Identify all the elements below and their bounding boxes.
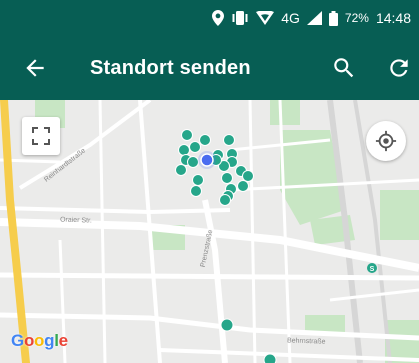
fullscreen-icon <box>32 127 50 145</box>
clock: 14:48 <box>375 10 411 26</box>
location-icon <box>212 10 225 26</box>
street-label: Oraier Str. <box>59 216 93 225</box>
google-logo: Google <box>11 331 68 350</box>
current-location-dot <box>200 153 214 167</box>
hotspot-icon <box>256 11 275 25</box>
battery-level: 72% <box>344 11 369 25</box>
battery-icon <box>328 10 338 26</box>
park-area <box>270 100 300 125</box>
svg-text:S: S <box>370 266 375 273</box>
network-type: 4G <box>281 10 300 26</box>
page-title: Standort senden <box>90 57 251 79</box>
refresh-button[interactable] <box>386 55 412 81</box>
street-label: Behrnstraße <box>286 337 326 346</box>
fullscreen-button[interactable] <box>22 117 60 155</box>
vibrate-icon <box>231 11 249 25</box>
park-area <box>380 190 419 240</box>
app: 4G 72% 14:48 Standort senden S Reinhardt… <box>0 0 419 363</box>
my-location-button[interactable] <box>366 121 406 161</box>
status-bar: 4G 72% 14:48 <box>0 0 419 36</box>
search-button[interactable] <box>331 55 357 81</box>
map-view[interactable]: S Reinhardtstraße Oraier Str. Prenzstraß… <box>0 100 419 363</box>
my-location-icon <box>375 130 397 152</box>
back-button[interactable] <box>22 55 48 81</box>
back-arrow-icon <box>26 59 44 77</box>
refresh-icon <box>390 59 408 77</box>
toolbar: Standort senden <box>0 36 419 100</box>
signal-icon <box>306 11 322 25</box>
search-icon <box>334 58 354 78</box>
